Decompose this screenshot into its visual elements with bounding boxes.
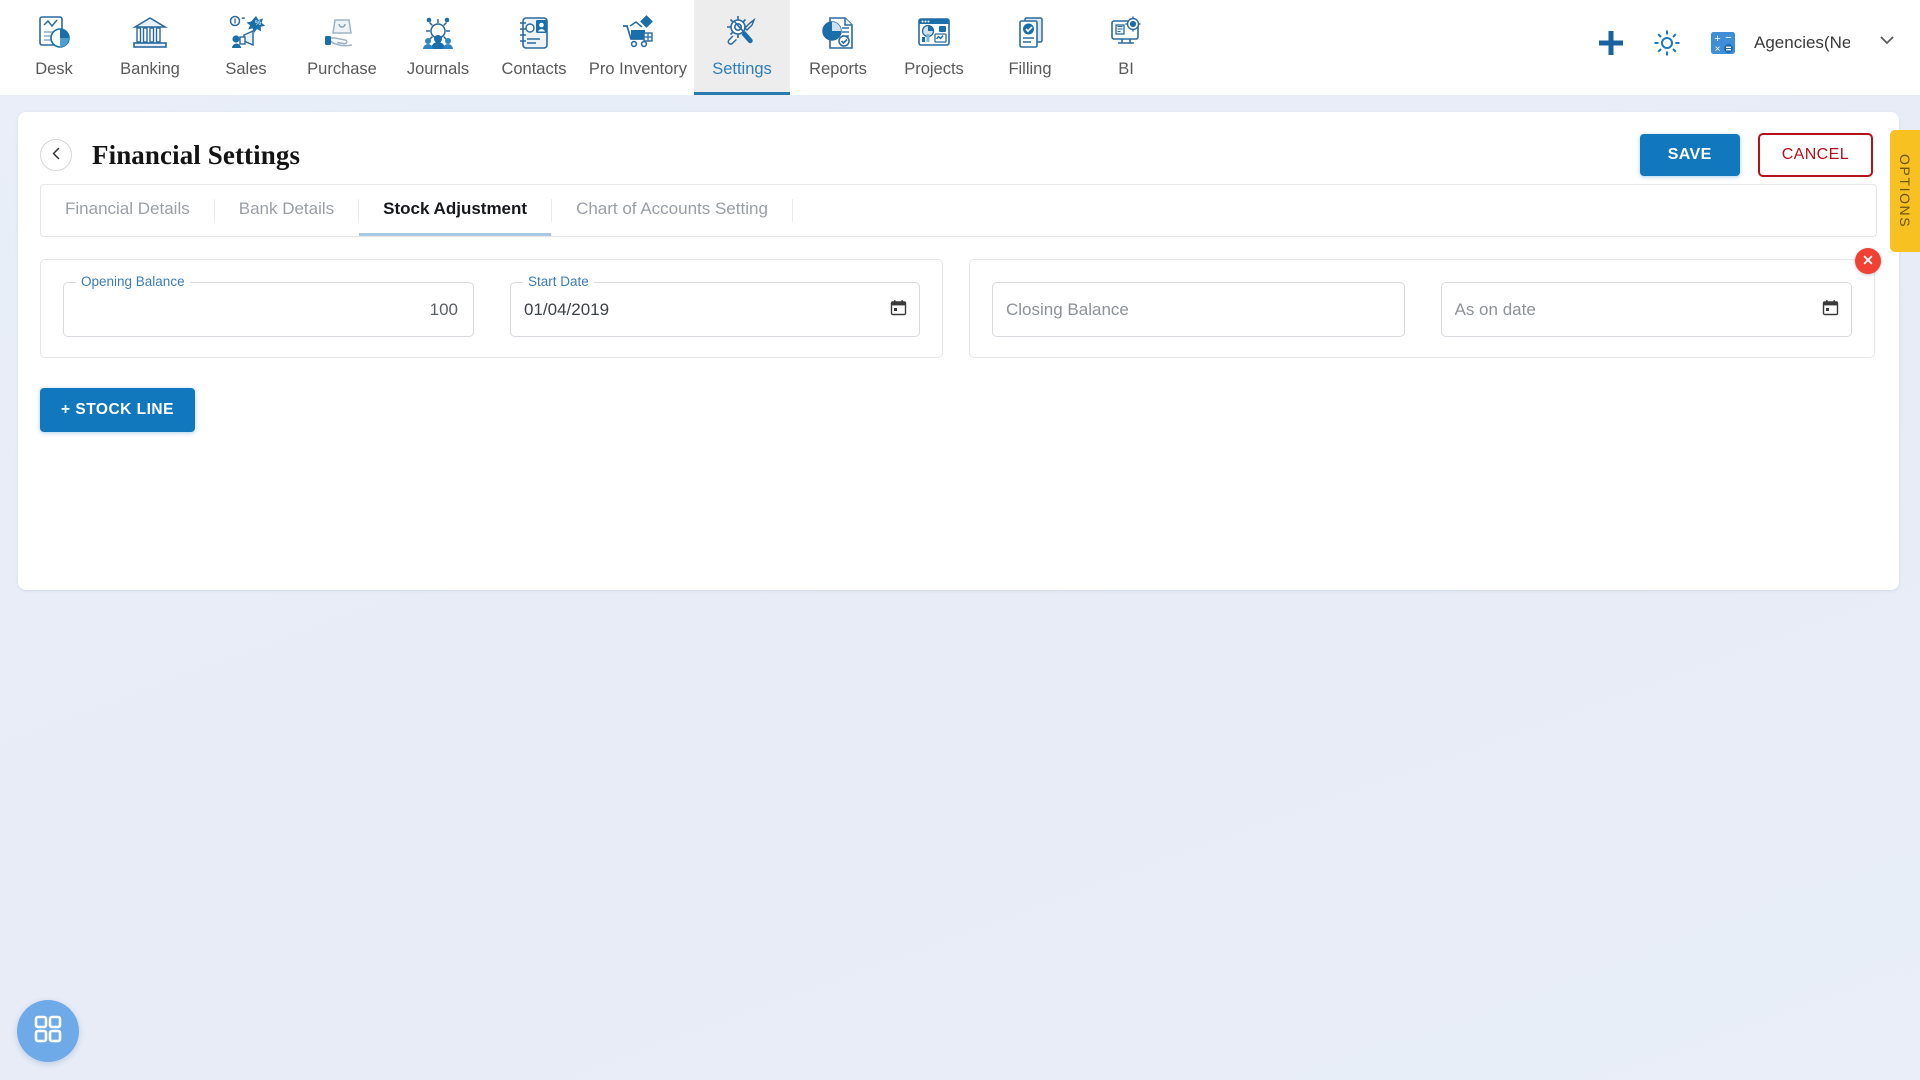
nav-right-actions: + − × Agencies(Nec [1596, 0, 1920, 95]
settings-tabs: Financial Details Bank Details Stock Adj… [40, 184, 1877, 237]
settings-gear-wrench-icon [721, 10, 763, 56]
tab-chart-of-accounts-setting[interactable]: Chart of Accounts Setting [552, 185, 792, 236]
tab-financial-details[interactable]: Financial Details [41, 185, 214, 236]
account-name[interactable]: Agencies(Nec [1754, 33, 1850, 53]
save-button[interactable]: SAVE [1639, 134, 1740, 176]
apps-fab-button[interactable] [17, 1000, 79, 1062]
nav-item-pro-inventory[interactable]: Pro Inventory [582, 0, 694, 95]
page-title: Financial Settings [92, 139, 301, 170]
nav-item-projects[interactable]: Projects [886, 0, 982, 95]
nav-item-filling[interactable]: Filling [982, 0, 1078, 95]
nav-label: BI [1118, 60, 1134, 78]
page-header: Financial Settings SAVE CANCEL [18, 112, 1899, 184]
chevron-left-icon [49, 146, 64, 165]
cancel-button[interactable]: CANCEL [1757, 133, 1873, 177]
nav-label: Desk [35, 60, 73, 78]
top-navigation-bar: Desk Banking % Sales Purchase Journals C… [0, 0, 1920, 95]
calendar-icon[interactable] [1822, 299, 1839, 321]
stock-line-left-panel: Opening Balance Start Date [40, 259, 943, 358]
reports-piechart-doc-icon [817, 10, 859, 56]
nav-item-desk[interactable]: Desk [6, 0, 102, 95]
apps-grid-icon [32, 1013, 64, 1050]
add-stock-line-button[interactable]: + STOCK LINE [40, 388, 195, 432]
nav-label: Banking [120, 60, 180, 78]
start-date-label: Start Date [523, 274, 594, 290]
calendar-icon[interactable] [890, 299, 907, 321]
nav-label: Filling [1008, 60, 1052, 78]
tab-separator [791, 199, 793, 222]
inventory-cart-icon [617, 10, 659, 56]
chevron-down-icon[interactable] [1876, 29, 1898, 56]
opening-balance-field: Opening Balance [63, 274, 474, 337]
nav-item-banking[interactable]: Banking [102, 0, 198, 95]
calculator-icon[interactable]: + − × [1708, 28, 1738, 58]
journals-people-gear-icon [417, 10, 459, 56]
close-x-icon [1862, 254, 1874, 268]
delete-stock-line-button[interactable] [1855, 248, 1881, 274]
stock-adjustment-row: Opening Balance Start Date [40, 248, 1881, 358]
sales-megaphone-icon: % [225, 10, 267, 56]
filling-check-docs-icon [1009, 10, 1051, 56]
nav-label: Reports [809, 60, 867, 78]
header-actions: SAVE CANCEL [1639, 133, 1873, 177]
opening-balance-label: Opening Balance [76, 274, 190, 290]
nav-label: Sales [225, 60, 267, 78]
projects-window-chart-icon [913, 10, 955, 56]
options-label: OPTIONS [1897, 153, 1913, 229]
stock-line-right-panel [969, 248, 1881, 358]
plus-icon[interactable] [1596, 28, 1626, 58]
closing-balance-field [992, 282, 1405, 337]
nav-label: Purchase [307, 60, 377, 78]
financial-settings-page: OPTIONS Financial Settings SAVE CANCEL F… [18, 112, 1920, 590]
contacts-book-icon [513, 10, 555, 56]
nav-label: Contacts [501, 60, 567, 78]
as-on-date-field [1440, 282, 1852, 337]
start-date-field: Start Date [510, 274, 920, 337]
purchase-bag-hand-icon [321, 10, 363, 56]
bi-monitor-gear-icon [1105, 10, 1147, 56]
options-side-tab[interactable]: OPTIONS [1890, 130, 1920, 252]
opening-balance-input[interactable] [77, 283, 458, 336]
nav-item-purchase[interactable]: Purchase [294, 0, 390, 95]
svg-text:−: − [1725, 32, 1731, 44]
desk-dashboard-icon [33, 10, 75, 56]
nav-label: Projects [904, 60, 964, 78]
back-button[interactable] [40, 139, 72, 171]
nav-item-contacts[interactable]: Contacts [486, 0, 582, 95]
nav-items: Desk Banking % Sales Purchase Journals C… [6, 0, 1174, 95]
nav-item-sales[interactable]: % Sales [198, 0, 294, 95]
bank-building-icon [129, 10, 171, 56]
nav-label: Journals [406, 60, 470, 78]
nav-label: Pro Inventory [588, 60, 688, 78]
nav-item-journals[interactable]: Journals [390, 0, 486, 95]
closing-balance-input[interactable] [1006, 283, 1365, 336]
start-date-input[interactable] [524, 283, 880, 336]
nav-label: Settings [712, 60, 772, 78]
gear-icon[interactable] [1652, 28, 1682, 58]
tab-stock-adjustment[interactable]: Stock Adjustment [359, 185, 552, 236]
nav-item-settings[interactable]: Settings [694, 0, 790, 95]
tab-bank-details[interactable]: Bank Details [215, 185, 358, 236]
nav-item-reports[interactable]: Reports [790, 0, 886, 95]
nav-item-bi[interactable]: BI [1078, 0, 1174, 95]
svg-text:×: × [1715, 44, 1721, 55]
as-on-date-input[interactable] [1454, 283, 1812, 336]
svg-text:%: % [255, 20, 261, 27]
